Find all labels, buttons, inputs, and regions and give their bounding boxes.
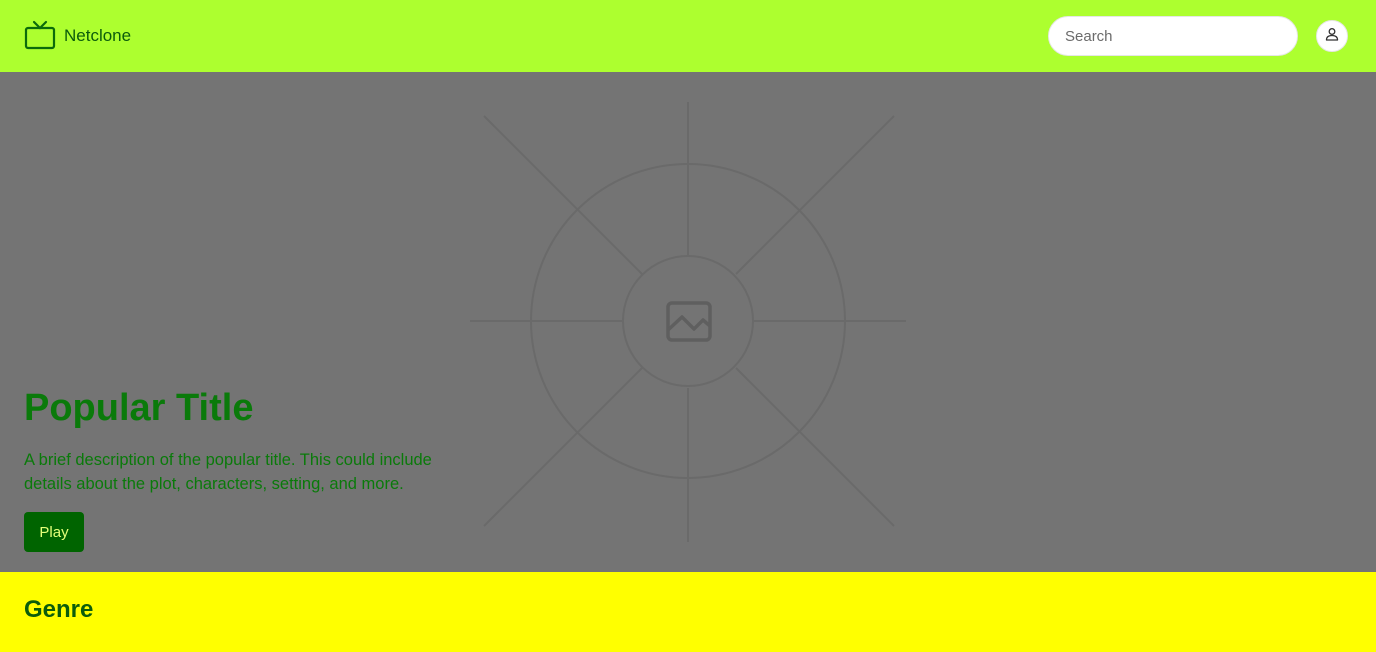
header-actions	[1048, 16, 1348, 56]
hero-banner: Popular Title A brief description of the…	[0, 72, 1376, 572]
brand-logo[interactable]: Netclone	[24, 20, 131, 52]
hero-title: Popular Title	[24, 387, 254, 429]
brand-name: Netclone	[64, 26, 132, 45]
user-avatar-button[interactable]	[1316, 20, 1348, 52]
play-button[interactable]: Play	[24, 512, 84, 552]
genre-title: Genre	[24, 596, 94, 623]
image-icon	[666, 301, 712, 342]
genre-section: Genre	[0, 572, 1376, 652]
search-input[interactable]	[1048, 16, 1298, 56]
user-icon	[1324, 26, 1340, 47]
top-header: Netclone	[0, 0, 1376, 72]
hero-content: Popular Title A brief description of the…	[24, 384, 484, 552]
tv-icon	[24, 20, 56, 52]
hero-description: A brief description of the popular title…	[24, 451, 432, 493]
